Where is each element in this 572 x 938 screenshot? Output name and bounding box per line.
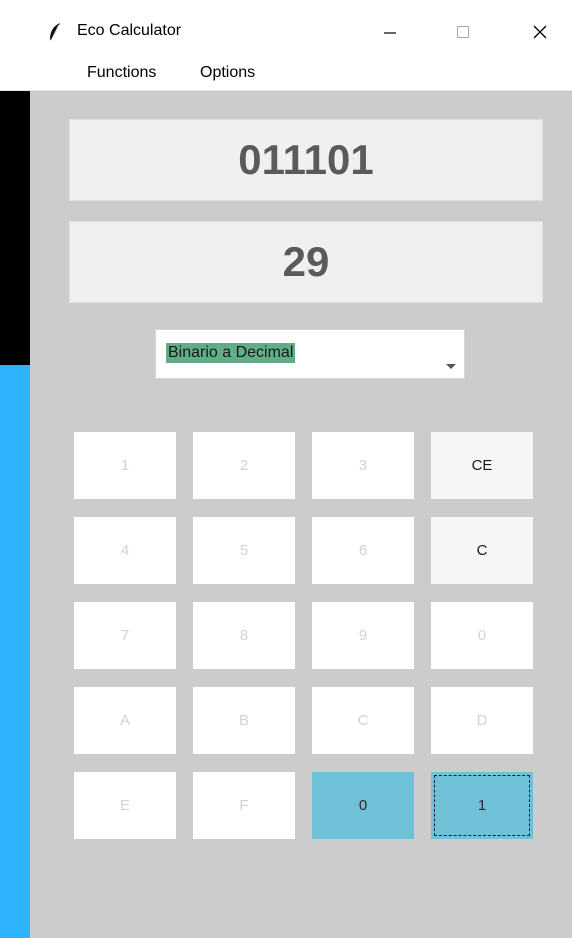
key-9[interactable]: 9: [312, 602, 414, 669]
key-3[interactable]: 3: [312, 432, 414, 499]
key-d[interactable]: D: [431, 687, 533, 754]
key-5[interactable]: 5: [193, 517, 295, 584]
clear-button[interactable]: C: [431, 517, 533, 584]
key-7[interactable]: 7: [74, 602, 176, 669]
key-8[interactable]: 8: [193, 602, 295, 669]
window-title: Eco Calculator: [77, 22, 182, 39]
menu-bar: Functions Options: [0, 60, 572, 91]
key-1[interactable]: 1: [74, 432, 176, 499]
close-icon: [533, 25, 547, 39]
input-display: 011101: [69, 119, 543, 201]
minimize-button[interactable]: [370, 14, 410, 50]
key-f[interactable]: F: [193, 772, 295, 839]
menu-options[interactable]: Options: [200, 64, 255, 82]
conversion-selected-value: Binario a Decimal: [166, 343, 296, 363]
close-button[interactable]: [520, 14, 560, 50]
minimize-icon: [384, 32, 396, 34]
title-bar[interactable]: Eco Calculator: [0, 0, 572, 60]
maximize-icon: [457, 26, 469, 38]
key-c[interactable]: C: [312, 687, 414, 754]
key-6[interactable]: 6: [312, 517, 414, 584]
calculator-window: Eco Calculator Functions Options 011101 …: [0, 0, 572, 938]
menu-functions[interactable]: Functions: [87, 64, 156, 82]
chevron-down-icon[interactable]: [446, 364, 456, 369]
binary-1-button[interactable]: 1: [431, 772, 533, 839]
clear-entry-button[interactable]: CE: [431, 432, 533, 499]
feather-icon: [50, 23, 60, 42]
key-4[interactable]: 4: [74, 517, 176, 584]
desktop-background: [0, 365, 30, 938]
result-display: 29: [69, 221, 543, 303]
conversion-select[interactable]: Binario a Decimal: [155, 329, 465, 379]
key-a[interactable]: A: [74, 687, 176, 754]
key-2[interactable]: 2: [193, 432, 295, 499]
key-b[interactable]: B: [193, 687, 295, 754]
maximize-button[interactable]: [443, 14, 483, 50]
key-e[interactable]: E: [74, 772, 176, 839]
key-0[interactable]: 0: [431, 602, 533, 669]
binary-0-button[interactable]: 0: [312, 772, 414, 839]
